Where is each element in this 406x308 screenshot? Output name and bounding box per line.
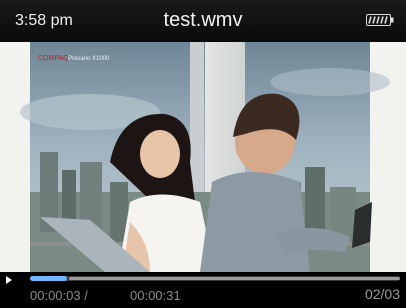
brand-logo: COMPAQ xyxy=(38,55,69,62)
video-frame-image: COMPAQ Presario X1000 xyxy=(0,42,406,272)
playback-controls: 00:00:03 / 00:00:31 02/03 xyxy=(0,272,406,308)
video-frame[interactable]: COMPAQ Presario X1000 xyxy=(0,42,406,272)
battery-full-icon xyxy=(366,14,394,26)
progress-remaining xyxy=(69,277,400,280)
file-title: test.wmv xyxy=(163,9,243,31)
track-counter: 02/03 xyxy=(364,286,400,302)
elapsed-time: 00:00:03 / xyxy=(30,288,88,303)
progress-bar[interactable] xyxy=(30,276,400,281)
total-duration: 00:00:31 xyxy=(130,288,181,303)
play-icon[interactable] xyxy=(6,276,12,284)
progress-fill xyxy=(30,276,67,281)
brand-model: Presario X1000 xyxy=(68,56,110,62)
status-bar: 3:58 pm test.wmv xyxy=(0,0,406,42)
